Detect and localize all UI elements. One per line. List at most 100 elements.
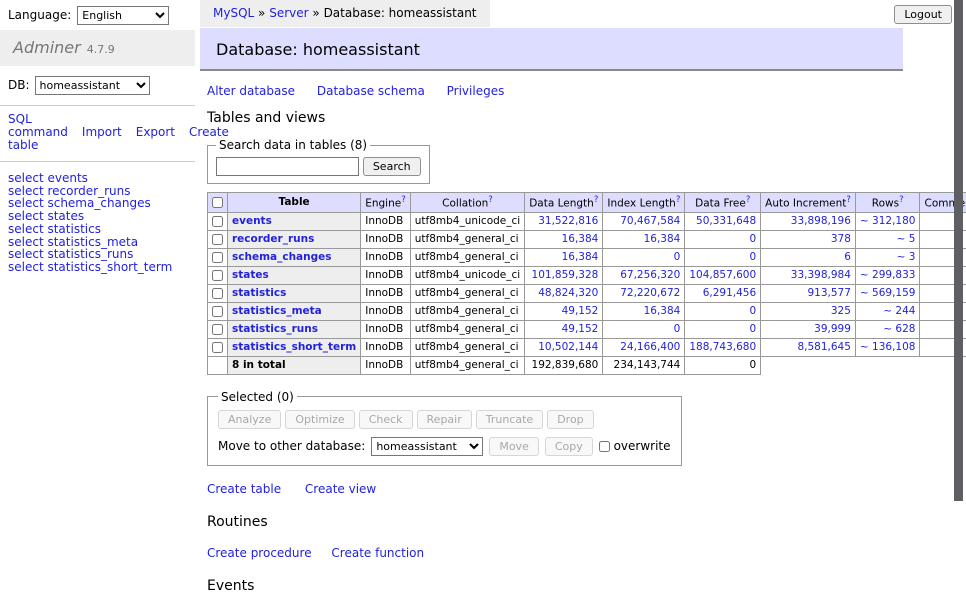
rows-count-link[interactable]: ~ 136,108 — [860, 341, 916, 353]
data-free-link[interactable]: 0 — [749, 305, 756, 317]
table-link-recorder-runs[interactable]: recorder_runs — [232, 233, 314, 245]
index-length-link[interactable]: 72,220,672 — [620, 287, 680, 299]
data-free-link[interactable]: 0 — [749, 233, 756, 245]
data-free-link[interactable]: 104,857,600 — [689, 269, 756, 281]
breadcrumb-server-link[interactable]: Server — [269, 6, 308, 20]
search-input[interactable] — [216, 157, 359, 176]
data-free-link[interactable]: 188,743,680 — [689, 341, 756, 353]
index-length-link[interactable]: 16,384 — [644, 305, 681, 317]
search-button[interactable]: Search — [363, 157, 421, 176]
data-free-help-link[interactable]: ? — [746, 195, 751, 205]
language-select[interactable]: English — [77, 6, 169, 25]
privileges-link[interactable]: Privileges — [447, 84, 505, 98]
rows-count-link[interactable]: ~ 312,180 — [860, 215, 916, 227]
rows-help-link[interactable]: ? — [899, 195, 904, 205]
db-select[interactable]: homeassistant — [35, 76, 150, 95]
row-checkbox[interactable] — [212, 288, 223, 299]
analyze-button[interactable]: Analyze — [218, 410, 281, 429]
create-function-link[interactable]: Create function — [331, 546, 424, 560]
table-link-statistics-runs[interactable]: statistics_runs — [232, 323, 318, 335]
index-length-link[interactable]: 0 — [674, 323, 681, 335]
engine-help-link[interactable]: ? — [401, 195, 406, 205]
auto-increment-link[interactable]: 913,577 — [808, 287, 851, 299]
data-length-link[interactable]: 10,502,144 — [538, 341, 598, 353]
auto-increment-link[interactable]: 325 — [831, 305, 851, 317]
auto-increment-link[interactable]: 378 — [831, 233, 851, 245]
check-button[interactable]: Check — [359, 410, 413, 429]
auto-increment-help-link[interactable]: ? — [846, 195, 851, 205]
table-link-states[interactable]: states — [232, 269, 269, 281]
table-link-events[interactable]: events — [232, 215, 272, 227]
rows-count-link[interactable]: ~ 628 — [883, 323, 915, 335]
move-button[interactable]: Move — [489, 437, 539, 456]
table-link-schema-changes[interactable]: schema_changes — [232, 251, 332, 263]
index-length-link[interactable]: 70,467,584 — [620, 215, 680, 227]
rows-count-link[interactable]: ~ 299,833 — [860, 269, 916, 281]
data-length-link[interactable]: 49,152 — [562, 305, 599, 317]
copy-button[interactable]: Copy — [545, 437, 593, 456]
rows-count-link[interactable]: ~ 569,159 — [860, 287, 916, 299]
sidebar-select-statistics-link[interactable]: select statistics — [8, 223, 187, 236]
data-length-link[interactable]: 49,152 — [562, 323, 599, 335]
index-length-link[interactable]: 67,256,320 — [620, 269, 680, 281]
table-link-statistics-short-term[interactable]: statistics_short_term — [232, 341, 356, 353]
data-free-link[interactable]: 50,331,648 — [696, 215, 756, 227]
drop-button[interactable]: Drop — [547, 410, 593, 429]
column-header-auto-increment: Auto Increment? — [761, 193, 856, 213]
create-view-link[interactable]: Create view — [305, 482, 376, 496]
rows-count-link[interactable]: ~ 5 — [897, 233, 916, 245]
data-free-link[interactable]: 6,291,456 — [703, 287, 756, 299]
auto-increment-link[interactable]: 33,398,984 — [791, 269, 851, 281]
overwrite-checkbox[interactable] — [599, 441, 610, 452]
auto-increment-link[interactable]: 33,898,196 — [791, 215, 851, 227]
auto-increment-link[interactable]: 8,581,645 — [797, 341, 850, 353]
auto-increment-link[interactable]: 39,999 — [814, 323, 851, 335]
data-free-link[interactable]: 0 — [749, 251, 756, 263]
data-length-help-link[interactable]: ? — [594, 195, 599, 205]
optimize-button[interactable]: Optimize — [285, 410, 354, 429]
row-checkbox[interactable] — [212, 252, 223, 263]
sidebar-select-events-link[interactable]: select events — [8, 172, 187, 185]
create-table-bottom-link[interactable]: Create table — [207, 482, 281, 496]
rows-count-link[interactable]: ~ 3 — [897, 251, 916, 263]
row-checkbox[interactable] — [212, 342, 223, 353]
row-checkbox[interactable] — [212, 270, 223, 281]
help-sup: ? — [488, 195, 493, 205]
row-checkbox[interactable] — [212, 306, 223, 317]
scrollbar-thumb[interactable] — [954, 0, 963, 501]
row-checkbox[interactable] — [212, 216, 223, 227]
collation-help-link[interactable]: ? — [488, 195, 493, 205]
sidebar-select-statistics-short-term-link[interactable]: select statistics_short_term — [8, 261, 187, 274]
column-header-table: Table — [228, 193, 361, 213]
data-free-link[interactable]: 0 — [749, 323, 756, 335]
table-link-statistics-meta[interactable]: statistics_meta — [232, 305, 322, 317]
data-length-link[interactable]: 101,859,328 — [532, 269, 599, 281]
index-length-link[interactable]: 0 — [674, 251, 681, 263]
row-checkbox[interactable] — [212, 324, 223, 335]
move-database-select[interactable]: homeassistant — [371, 437, 483, 456]
breadcrumb-mysql-link[interactable]: MySQL — [213, 6, 254, 20]
data-length-link[interactable]: 31,522,816 — [538, 215, 598, 227]
export-link[interactable]: Export — [136, 125, 175, 139]
data-length-link[interactable]: 16,384 — [562, 233, 599, 245]
data-length-link[interactable]: 16,384 — [562, 251, 599, 263]
select-all-checkbox[interactable] — [212, 197, 223, 208]
row-checkbox[interactable] — [212, 234, 223, 245]
data-length-link[interactable]: 48,824,320 — [538, 287, 598, 299]
create-procedure-link[interactable]: Create procedure — [207, 546, 312, 560]
table-link-statistics[interactable]: statistics — [232, 287, 286, 299]
database-schema-link[interactable]: Database schema — [317, 84, 425, 98]
index-length-link[interactable]: 16,384 — [644, 233, 681, 245]
index-length-link[interactable]: 24,166,400 — [620, 341, 680, 353]
logout-button[interactable]: Logout — [894, 5, 952, 24]
index-length-help-link[interactable]: ? — [676, 195, 681, 205]
repair-button[interactable]: Repair — [417, 410, 472, 429]
truncate-button[interactable]: Truncate — [476, 410, 543, 429]
auto-increment-link[interactable]: 6 — [844, 251, 851, 263]
rows-count-cell: ~ 3 — [855, 248, 920, 266]
sql-command-link[interactable]: SQL command — [8, 112, 68, 139]
alter-database-link[interactable]: Alter database — [207, 84, 295, 98]
rows-count-link[interactable]: ~ 244 — [883, 305, 915, 317]
import-link[interactable]: Import — [82, 125, 122, 139]
sidebar-select-states-link[interactable]: select states — [8, 210, 187, 223]
